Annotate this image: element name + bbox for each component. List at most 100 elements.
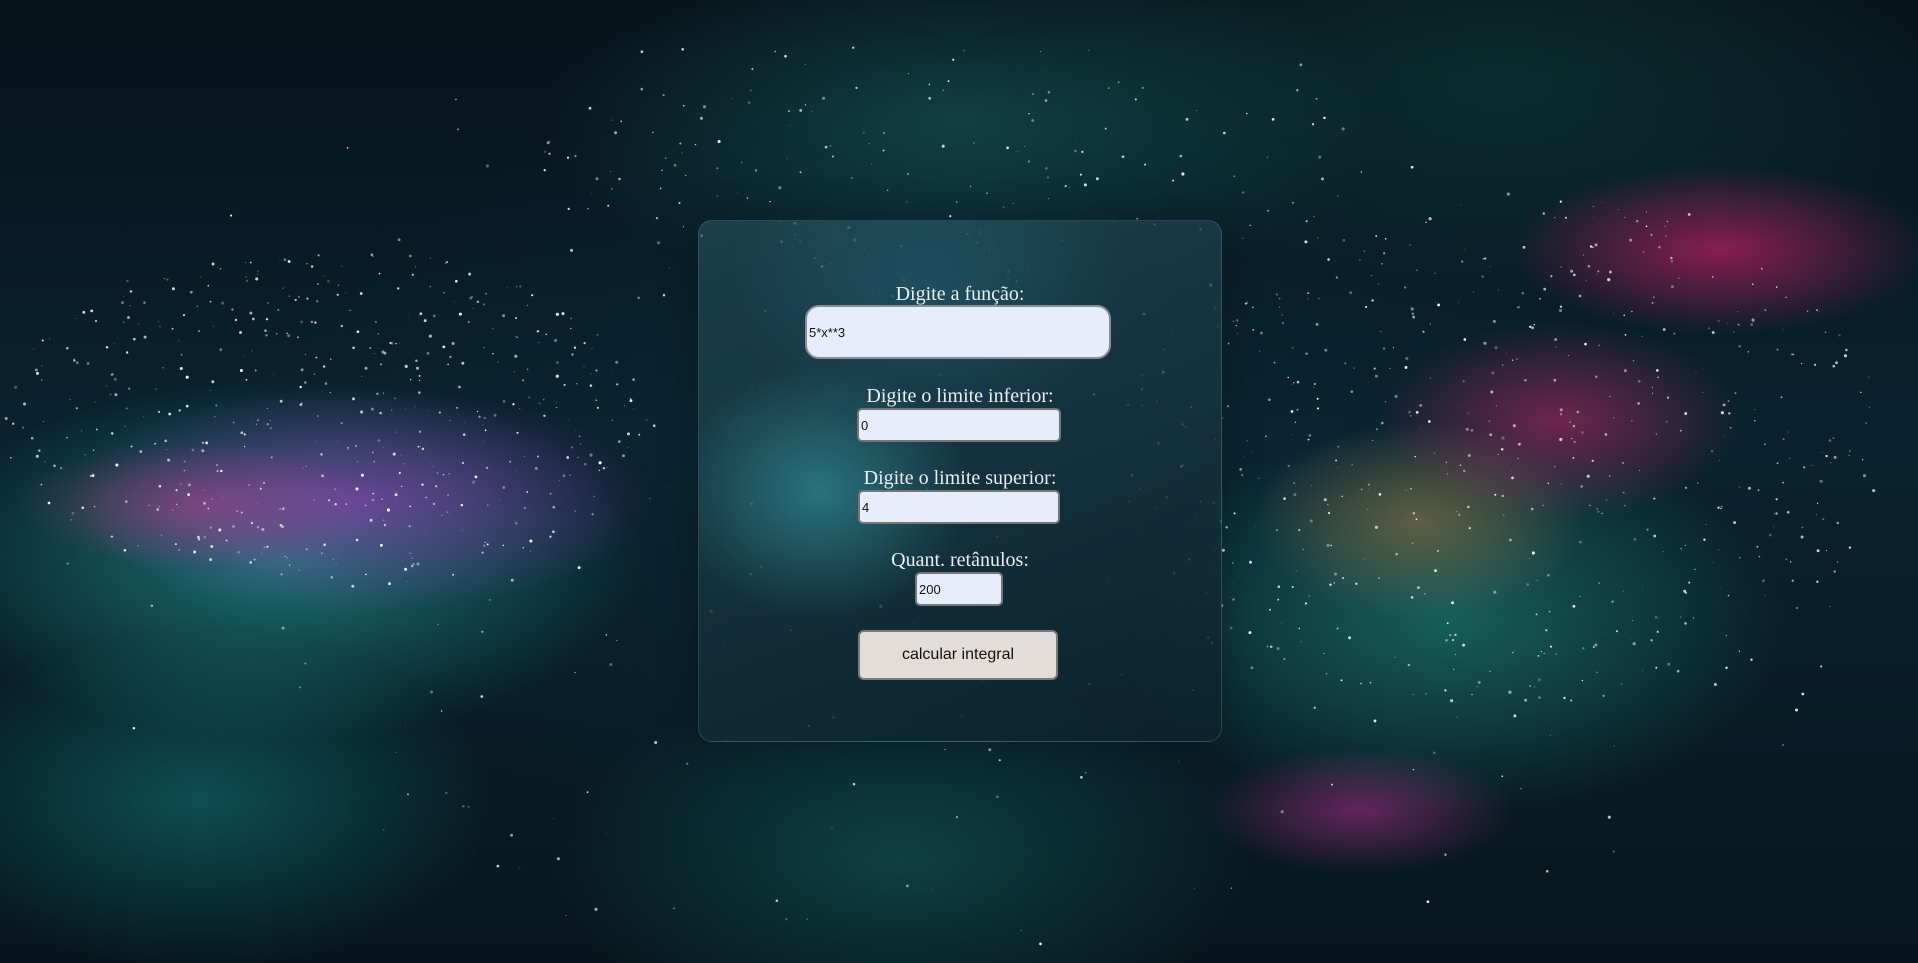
star: [1481, 275, 1484, 278]
star: [1275, 529, 1279, 532]
star: [361, 375, 363, 377]
star: [536, 330, 540, 333]
star: [430, 461, 432, 463]
star: [201, 441, 205, 444]
star: [1083, 183, 1087, 187]
star: [829, 144, 832, 147]
star: [1554, 216, 1556, 219]
star: [1445, 639, 1448, 642]
star: [1363, 250, 1366, 252]
star: [699, 116, 703, 120]
star: [1731, 313, 1732, 315]
star: [317, 254, 320, 257]
star: [1557, 209, 1559, 211]
star: [438, 411, 441, 414]
star: [1725, 666, 1728, 670]
star: [252, 317, 255, 321]
star: [1296, 570, 1297, 572]
star: [702, 105, 707, 109]
star: [1407, 663, 1410, 667]
star: [1039, 942, 1042, 946]
star: [1415, 411, 1419, 414]
star: [1334, 572, 1337, 576]
star: [383, 519, 385, 521]
star: [1232, 562, 1234, 564]
star: [590, 373, 592, 375]
star: [573, 346, 577, 349]
star: [1489, 265, 1491, 267]
star: [1776, 348, 1779, 351]
star: [1608, 475, 1611, 477]
star: [345, 503, 348, 505]
star: [959, 159, 961, 161]
star: [214, 416, 216, 418]
star: [1728, 412, 1731, 415]
star: [113, 377, 117, 381]
star: [558, 479, 561, 482]
star: [649, 498, 651, 500]
star: [615, 360, 619, 364]
star: [66, 347, 69, 350]
star: [1720, 586, 1722, 588]
limite-inferior-input[interactable]: [857, 408, 1061, 442]
star: [1862, 458, 1864, 461]
star: [1493, 590, 1497, 594]
star: [516, 431, 519, 434]
limite-superior-input[interactable]: [858, 490, 1060, 524]
star: [1305, 352, 1308, 355]
star: [571, 353, 574, 356]
star: [577, 456, 579, 458]
star: [851, 177, 853, 179]
star: [53, 464, 56, 468]
star: [1465, 427, 1469, 431]
calcular-integral-button[interactable]: calcular integral: [858, 630, 1058, 680]
star: [1620, 683, 1622, 685]
star: [392, 452, 396, 456]
star: [1665, 235, 1667, 237]
star: [679, 142, 682, 145]
star: [313, 499, 315, 501]
star: [423, 319, 427, 323]
star: [609, 171, 611, 173]
star: [1637, 379, 1641, 383]
star: [1596, 508, 1598, 510]
star: [986, 192, 988, 194]
star: [1738, 486, 1741, 488]
star: [1538, 696, 1541, 699]
star: [1684, 591, 1688, 594]
star: [221, 301, 225, 305]
funcao-input[interactable]: [805, 305, 1111, 359]
star: [299, 385, 302, 389]
star: [232, 525, 235, 528]
star: [180, 353, 183, 356]
star: [418, 374, 421, 377]
star: [1309, 519, 1313, 523]
star: [1542, 212, 1545, 215]
star: [457, 128, 460, 131]
star: [66, 562, 69, 565]
star: [996, 795, 999, 799]
limite-inferior-label: Digite o limite inferior:: [866, 385, 1054, 407]
star: [1367, 483, 1370, 486]
star: [1785, 296, 1787, 298]
star: [1277, 585, 1281, 588]
star: [178, 340, 180, 342]
star: [299, 686, 302, 689]
star: [1423, 592, 1426, 595]
star: [1816, 580, 1819, 583]
star: [502, 314, 506, 318]
star: [1828, 439, 1832, 442]
star: [1830, 462, 1832, 464]
star: [574, 672, 576, 674]
star: [522, 546, 525, 549]
retangulos-input[interactable]: [915, 572, 1003, 606]
star: [549, 492, 552, 495]
star: [589, 453, 593, 457]
star: [1800, 535, 1804, 539]
star: [159, 325, 161, 328]
star: [659, 187, 662, 190]
star: [346, 146, 349, 149]
star: [1613, 313, 1614, 314]
star: [334, 488, 336, 490]
star: [1592, 645, 1595, 649]
